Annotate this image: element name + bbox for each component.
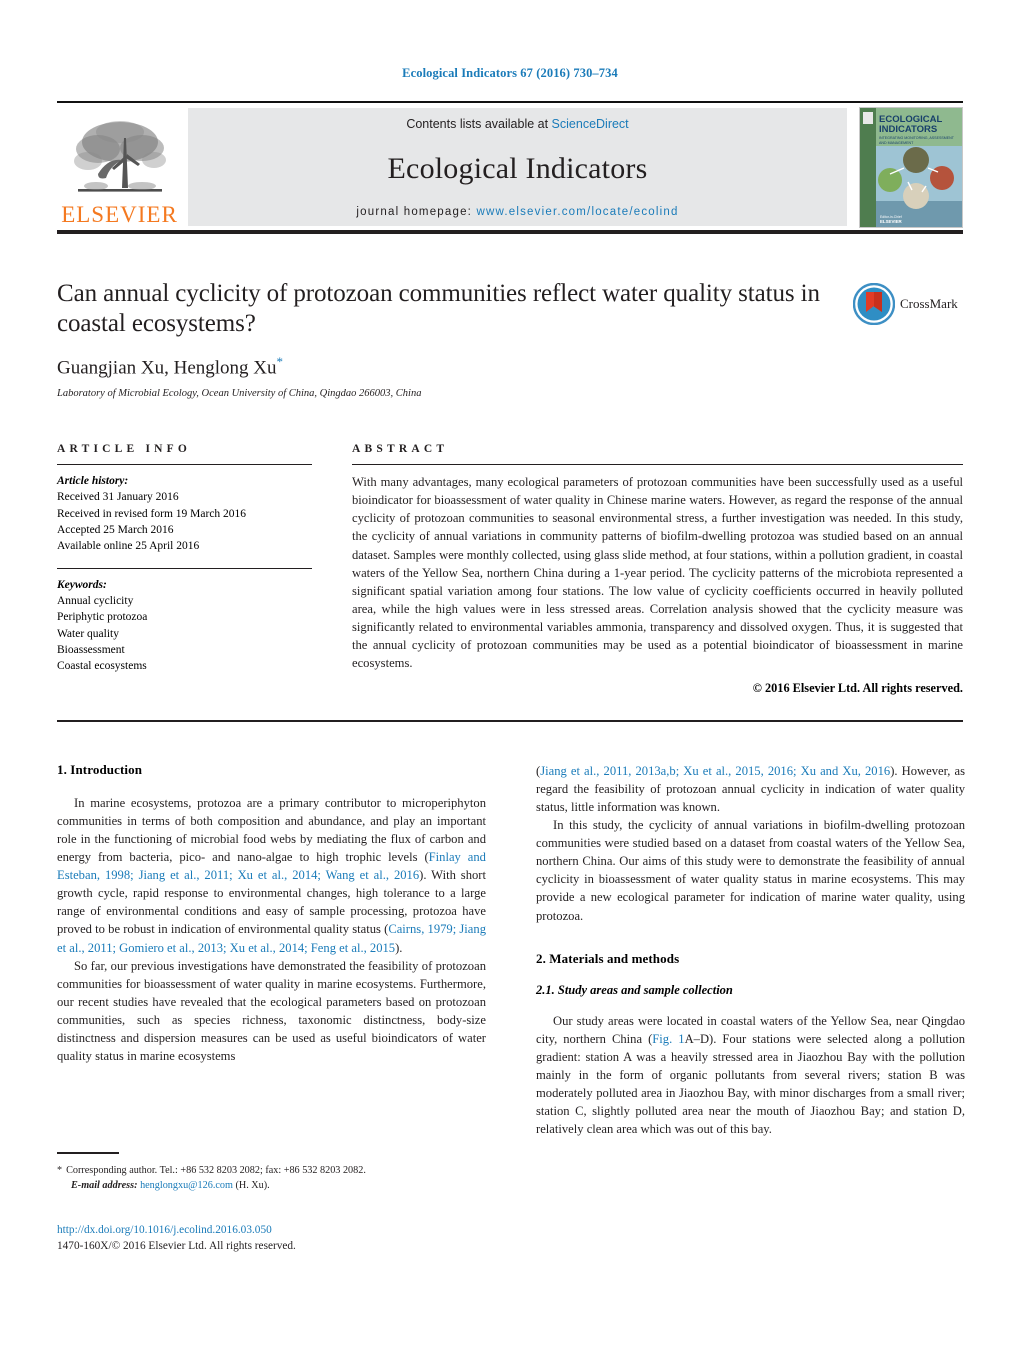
intro-paragraph-2-continued: (Jiang et al., 2011, 2013a,b; Xu et al.,… xyxy=(536,762,965,816)
keyword-item: Annual cyclicity xyxy=(57,594,134,607)
article-history-item: Received in revised form 19 March 2016 xyxy=(57,507,247,520)
body-column-left: 1. Introduction In marine ecosystems, pr… xyxy=(57,762,486,1138)
footnote-rule xyxy=(57,1152,119,1154)
svg-text:ELSEVIER: ELSEVIER xyxy=(880,219,903,224)
abstract-rule xyxy=(352,464,963,465)
doi-link[interactable]: http://dx.doi.org/10.1016/j.ecolind.2016… xyxy=(57,1222,487,1238)
footnote-star-marker: * xyxy=(57,1164,63,1176)
title-block: Can annual cyclicity of protozoan commun… xyxy=(57,279,847,399)
svg-text:INDICATORS: INDICATORS xyxy=(879,124,937,135)
svg-text:INTEGRATING MONITORING, ASSESS: INTEGRATING MONITORING, ASSESSMENT xyxy=(879,136,955,140)
cover-image: ECOLOGICAL INDICATORS INTEGRATING MONITO… xyxy=(859,107,963,228)
elsevier-tree-icon xyxy=(73,121,166,192)
article-info-heading: ARTICLE INFO xyxy=(57,443,192,455)
article-info-column: ARTICLE INFO Article history: Received 3… xyxy=(57,443,312,696)
intro-p1-part-c: ). xyxy=(395,940,403,955)
footnote-block: * Corresponding author. Tel.: +86 532 820… xyxy=(57,1152,487,1193)
journal-band: Contents lists available at ScienceDirec… xyxy=(188,108,847,226)
journal-title: Ecological Indicators xyxy=(387,151,648,185)
info-abstract-region: ARTICLE INFO Article history: Received 3… xyxy=(57,443,963,696)
doi-block: http://dx.doi.org/10.1016/j.ecolind.2016… xyxy=(57,1222,487,1254)
crossmark-icon xyxy=(853,283,895,325)
journal-cover-thumbnail: ECOLOGICAL INDICATORS INTEGRATING MONITO… xyxy=(853,105,963,228)
methods-paragraph-1: Our study areas were located in coastal … xyxy=(536,1012,965,1138)
keyword-item: Coastal ecosystems xyxy=(57,660,147,673)
intro-paragraph-3: In this study, the cyclicity of annual v… xyxy=(536,818,965,923)
keywords-label: Keywords: xyxy=(57,578,107,591)
journal-homepage-line: journal homepage: www.elsevier.com/locat… xyxy=(188,206,847,218)
figure-reference-link[interactable]: Fig. 1 xyxy=(652,1032,684,1046)
article-page: Ecological Indicators 67 (2016) 730–734 xyxy=(0,0,1020,1351)
subsection-heading-study-areas: 2.1. Study areas and sample collection xyxy=(536,982,733,997)
article-history-item: Available online 25 April 2016 xyxy=(57,540,200,553)
contents-prefix: Contents lists available at xyxy=(406,117,552,131)
homepage-prefix: journal homepage: xyxy=(356,206,477,218)
email-label: E-mail address: xyxy=(71,1179,138,1191)
article-history-item: Accepted 25 March 2016 xyxy=(57,523,174,536)
email-suffix: (H. Xu). xyxy=(235,1179,270,1191)
section-heading-materials-methods: 2. Materials and methods xyxy=(536,950,680,966)
section-heading-introduction: 1. Introduction xyxy=(57,762,143,777)
abstract-copyright: © 2016 Elsevier Ltd. All rights reserved… xyxy=(752,681,963,696)
body-columns: 1. Introduction In marine ecosystems, pr… xyxy=(57,762,965,1138)
body-column-right: (Jiang et al., 2011, 2013a,b; Xu et al.,… xyxy=(536,762,965,1138)
crossmark-badge-group[interactable]: CrossMark xyxy=(853,281,965,327)
cover-artwork-icon: ECOLOGICAL INDICATORS INTEGRATING MONITO… xyxy=(860,108,962,227)
abstract-column: ABSTRACT With many advantages, many ecol… xyxy=(352,443,963,696)
keyword-item: Water quality xyxy=(57,627,119,640)
crossmark-label: CrossMark xyxy=(900,296,958,311)
elsevier-wordmark: ELSEVIER xyxy=(61,202,178,227)
svg-text:AND MANAGEMENT: AND MANAGEMENT xyxy=(879,141,914,145)
article-history-label: Article history: xyxy=(57,475,129,487)
corresponding-author-footnote: * Corresponding author. Tel.: +86 532 820… xyxy=(57,1163,487,1178)
journal-homepage-link[interactable]: www.elsevier.com/locate/ecolind xyxy=(476,206,678,218)
keyword-item: Periphytic protozoa xyxy=(57,611,148,624)
article-history-item: Received 31 January 2016 xyxy=(57,491,179,504)
article-info-rule xyxy=(57,464,312,465)
abstract-bottom-rule xyxy=(57,720,963,722)
intro-paragraph-1: In marine ecosystems, protozoa are a pri… xyxy=(57,794,486,957)
masthead-top-rule xyxy=(57,101,963,103)
masthead-bottom-rule xyxy=(57,230,963,234)
elsevier-logo: ELSEVIER xyxy=(57,105,182,228)
abstract-heading: ABSTRACT xyxy=(352,443,449,455)
running-head: Ecological Indicators 67 (2016) 730–734 xyxy=(402,66,618,80)
sciencedirect-link[interactable]: ScienceDirect xyxy=(552,117,629,131)
keywords-rule xyxy=(57,567,312,569)
email-link[interactable]: henglongxu@126.com xyxy=(140,1180,233,1191)
keyword-item: Bioassessment xyxy=(57,643,125,656)
page-title: Can annual cyclicity of protozoan commun… xyxy=(57,280,820,337)
author-names: Guangjian Xu, Henglong Xu xyxy=(57,357,277,379)
corresponding-author-text: Corresponding author. Tel.: +86 532 8203… xyxy=(66,1164,366,1176)
contents-available-line: Contents lists available at ScienceDirec… xyxy=(188,117,847,131)
affiliation: Laboratory of Microbial Ecology, Ocean U… xyxy=(57,388,422,400)
methods-p1-part-b: A–D). Four stations were selected along … xyxy=(536,1031,965,1136)
abstract-text: With many advantages, many ecological pa… xyxy=(352,475,963,671)
corresponding-author-marker: * xyxy=(276,354,284,369)
intro-p1-part-a: In marine ecosystems, protozoa are a pri… xyxy=(57,796,486,865)
author-list: Guangjian Xu, Henglong Xu* xyxy=(57,354,847,379)
journal-masthead: ELSEVIER Contents lists available at Sci… xyxy=(57,101,963,234)
citation-link[interactable]: Jiang et al., 2011, 2013a,b; Xu et al., … xyxy=(540,764,890,778)
issn-copyright-line: 1470-160X/© 2016 Elsevier Ltd. All right… xyxy=(57,1240,296,1253)
intro-paragraph-2: So far, our previous investigations have… xyxy=(57,958,486,1063)
email-footnote: E-mail address: henglongxu@126.com (H. X… xyxy=(57,1178,487,1193)
